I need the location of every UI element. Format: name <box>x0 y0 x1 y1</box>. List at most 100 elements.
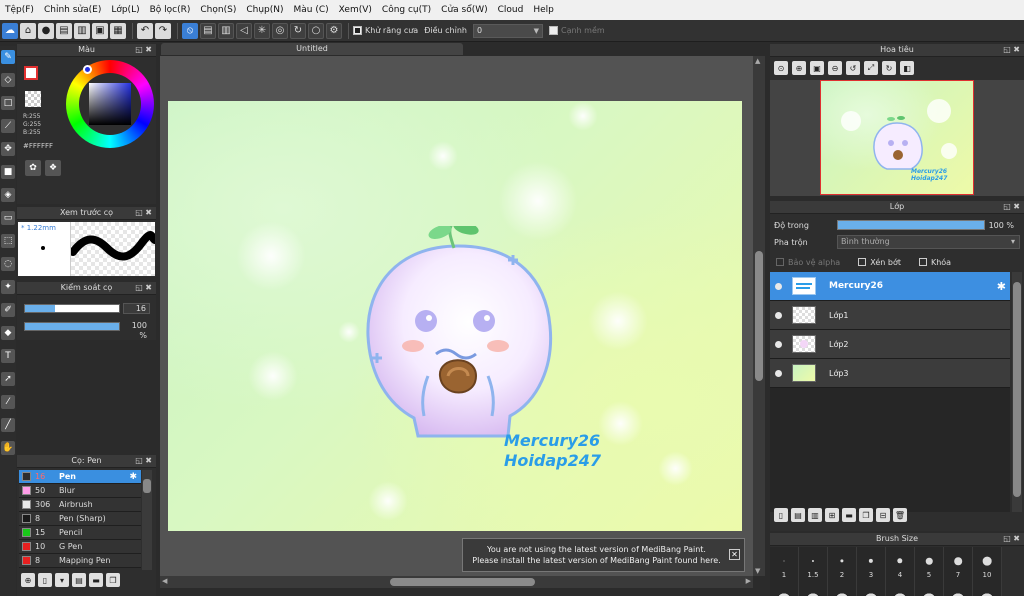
gear-icon[interactable]: ✱ <box>997 280 1006 293</box>
panel-float-close-icon[interactable]: ◱ ✖ <box>135 44 152 56</box>
correction-select[interactable]: 0 ▼ <box>472 23 543 38</box>
menu-layer[interactable]: Lớp(L) <box>106 5 144 15</box>
layer-visibility-icon[interactable] <box>775 311 782 319</box>
rotate-right-icon[interactable]: ↻ <box>882 61 896 75</box>
gear-icon[interactable]: ✱ <box>129 472 137 482</box>
menu-filter[interactable]: Bộ lọc(R) <box>145 5 196 15</box>
undo-icon[interactable]: ↶ <box>137 22 153 39</box>
zoom-in-icon[interactable]: ⊕ <box>792 61 806 75</box>
lock-checkbox[interactable] <box>918 258 927 266</box>
color-saturation-square[interactable] <box>89 83 131 125</box>
scroll-down-icon[interactable]: ▼ <box>755 567 760 575</box>
layer-item[interactable]: Mercury26 ✱ <box>770 272 1010 301</box>
operation-tool-icon[interactable]: ➚ <box>1 372 15 386</box>
brush-size-option[interactable]: 4 <box>886 547 915 596</box>
brush-folder-icon[interactable]: ▬ <box>89 573 103 587</box>
brush-item[interactable]: 8 Mapping Pen <box>19 554 141 568</box>
snap-circle-icon[interactable]: ◎ <box>272 22 288 39</box>
brush-size-option[interactable]: 7 <box>944 547 973 596</box>
layer-folder-icon[interactable]: ▬ <box>842 508 856 522</box>
scroll-left-icon[interactable]: ◀ <box>162 577 167 585</box>
merge-layer-icon[interactable]: ⊟ <box>876 508 890 522</box>
cloud-icon[interactable]: ☁ <box>2 22 18 39</box>
menu-file[interactable]: Tệp(F) <box>0 5 39 15</box>
add-layer-menu-icon[interactable]: ⊞ <box>825 508 839 522</box>
transparent-color-swatch[interactable] <box>25 91 41 107</box>
canvas-vertical-scrollbar[interactable]: ▲ ▼ <box>753 56 765 576</box>
move-tool-icon[interactable]: ✥ <box>1 142 15 156</box>
brush-size-option[interactable]: 10 <box>973 547 1002 596</box>
snap-parallel-icon[interactable]: ▤ <box>200 22 216 39</box>
brush-item[interactable]: 8 Pen (Sharp) <box>19 512 141 526</box>
brush-item[interactable]: 15 Pencil <box>19 526 141 540</box>
brush-size-option[interactable]: 1 <box>770 547 799 596</box>
snap-ellipse-icon[interactable]: ○ <box>308 22 324 39</box>
panel-float-close-icon[interactable]: ◱ ✖ <box>135 207 152 219</box>
close-icon[interactable]: ✕ <box>729 549 740 560</box>
palette-icon[interactable]: ✿ <box>25 160 41 176</box>
menu-view[interactable]: Xem(V) <box>334 5 377 15</box>
layer-opacity-slider[interactable] <box>837 220 985 230</box>
menu-cloud[interactable]: Cloud <box>493 5 529 15</box>
canvas-horizontal-scrollbar[interactable]: ◀ ▶ <box>160 576 753 588</box>
gradient-tool-icon[interactable]: ▭ <box>1 211 15 225</box>
flip-icon[interactable]: ◧ <box>900 61 914 75</box>
chat-icon[interactable]: ● <box>38 22 54 39</box>
select-eraser-tool-icon[interactable]: ◆ <box>1 326 15 340</box>
new-layer-icon[interactable]: ▯ <box>774 508 788 522</box>
navigator-view[interactable]: Mercury26 Hoidap247 <box>770 80 1024 196</box>
navigator-thumbnail[interactable]: Mercury26 Hoidap247 <box>820 80 974 195</box>
rotate-left-icon[interactable]: ↺ <box>846 61 860 75</box>
lock-option[interactable]: Khóa <box>918 258 951 267</box>
lasso-tool-icon[interactable]: ◌ <box>1 257 15 271</box>
menu-tools[interactable]: Công cụ(T) <box>377 5 436 15</box>
brush-copy-icon[interactable]: ▤ <box>72 573 86 587</box>
menu-capture[interactable]: Chụp(N) <box>241 5 288 15</box>
clipping-option[interactable]: Xén bớt <box>858 258 901 267</box>
menu-edit[interactable]: Chỉnh sửa(E) <box>39 5 106 15</box>
text-tool-icon[interactable]: T <box>1 349 15 363</box>
menu-window[interactable]: Cửa sổ(W) <box>436 5 492 15</box>
snap-settings-icon[interactable]: ⚙ <box>326 22 342 39</box>
grid-icon[interactable]: ▦ <box>110 22 126 39</box>
color-swap-icon[interactable]: ❖ <box>45 160 61 176</box>
layer-item[interactable]: Lớp2 <box>770 330 1010 359</box>
magic-wand-tool-icon[interactable]: ✦ <box>1 280 15 294</box>
hue-picker-handle[interactable] <box>83 65 92 74</box>
snap-vanish-icon[interactable]: ◁ <box>236 22 252 39</box>
zoom-out-icon[interactable]: ⊖ <box>828 61 842 75</box>
brush-size-option[interactable]: 1.5 <box>799 547 828 596</box>
brush-duplicate-icon[interactable]: ❐ <box>106 573 120 587</box>
save-doc-icon[interactable]: ▣ <box>92 22 108 39</box>
snap-curve-icon[interactable]: ↻ <box>290 22 306 39</box>
brush-item[interactable]: 16 Pen ✱ <box>19 470 141 484</box>
new-doc-icon[interactable]: ▤ <box>56 22 72 39</box>
shape-tool-icon[interactable]: □ <box>1 96 15 110</box>
artboard[interactable]: Mercury26 Hoidap247 <box>168 101 742 531</box>
eraser-tool-icon[interactable]: ◇ <box>1 73 15 87</box>
brush-size-slider[interactable] <box>24 304 120 313</box>
snap-off-icon[interactable]: ⦸ <box>182 22 198 39</box>
new-halftone-layer-icon[interactable]: ▤ <box>791 508 805 522</box>
layer-visibility-icon[interactable] <box>775 282 782 290</box>
panel-float-close-icon[interactable]: ◱ ✖ <box>1003 533 1020 545</box>
soft-edge-checkbox[interactable] <box>548 26 558 35</box>
brush-size-option[interactable]: 5 <box>915 547 944 596</box>
brush-tool-icon[interactable]: ✎ <box>1 50 15 64</box>
eyedropper-tool-icon[interactable]: ⁄ <box>1 395 15 409</box>
snap-cross-icon[interactable]: ▥ <box>218 22 234 39</box>
layer-item[interactable]: Lớp1 <box>770 301 1010 330</box>
document-tab[interactable]: Untitled <box>161 43 463 55</box>
select-pen-tool-icon[interactable]: ✐ <box>1 303 15 317</box>
scrollbar-thumb[interactable] <box>390 578 535 586</box>
fill-rect-tool-icon[interactable]: ■ <box>1 165 15 179</box>
update-notice[interactable]: You are not using the latest version of … <box>462 538 745 572</box>
delete-layer-icon[interactable]: 🗑 <box>893 508 907 522</box>
brush-doc-icon[interactable]: ▯ <box>38 573 52 587</box>
layer-visibility-icon[interactable] <box>775 340 782 348</box>
dot-tool-icon[interactable]: ⟋ <box>1 119 15 133</box>
bucket-tool-icon[interactable]: ◈ <box>1 188 15 202</box>
menu-select[interactable]: Chọn(S) <box>195 5 241 15</box>
panel-float-close-icon[interactable]: ◱ ✖ <box>135 282 152 294</box>
divide-tool-icon[interactable]: ╱ <box>1 418 15 432</box>
